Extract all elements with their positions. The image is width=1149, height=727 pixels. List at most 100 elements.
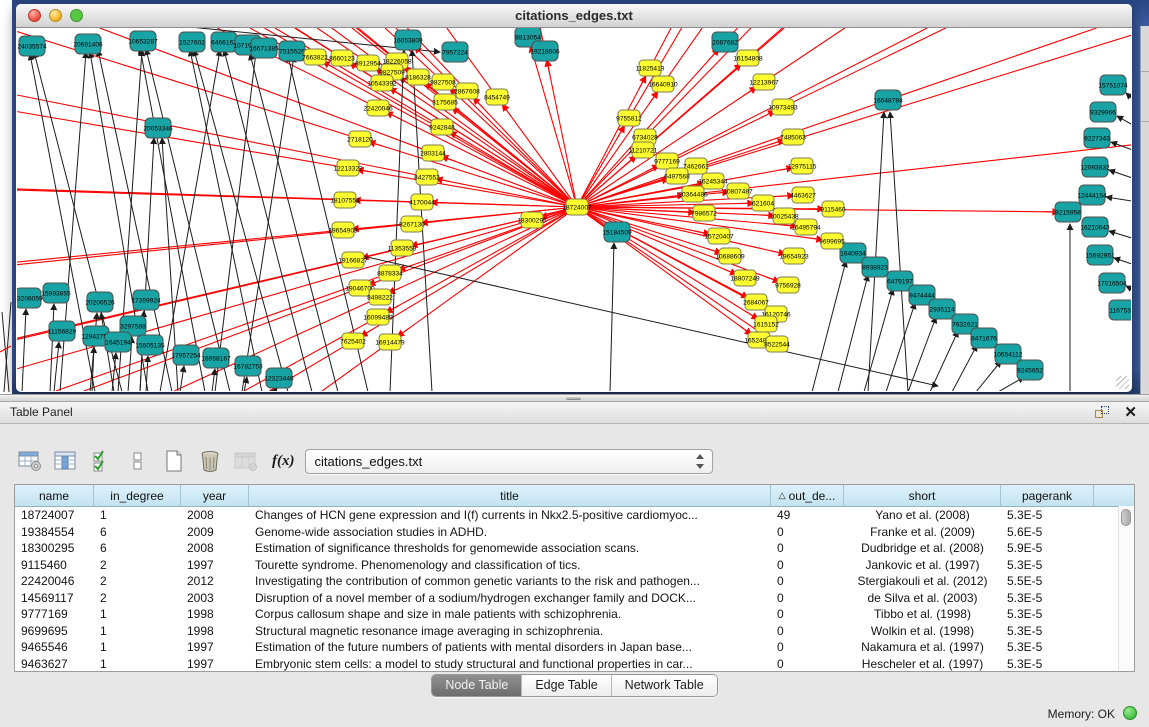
- network-node[interactable]: 1615152: [753, 316, 779, 332]
- network-node[interactable]: 9329966: [1090, 102, 1116, 122]
- network-node[interactable]: 8878334: [377, 265, 403, 281]
- network-node[interactable]: 15751074: [1098, 75, 1128, 95]
- network-node[interactable]: 11353558: [388, 240, 417, 256]
- network-node[interactable]: 8471676: [971, 328, 997, 348]
- network-node[interactable]: 11825419: [636, 60, 665, 76]
- vertical-scrollbar[interactable]: [1118, 506, 1134, 671]
- network-node[interactable]: 7485063: [780, 129, 806, 145]
- column-header-short[interactable]: short: [844, 485, 1001, 506]
- tab-network-table[interactable]: Network Table: [612, 675, 717, 696]
- function-builder-icon[interactable]: f(x): [272, 453, 295, 470]
- network-node[interactable]: 23206059: [17, 288, 43, 308]
- network-node[interactable]: 9115460: [820, 201, 846, 217]
- network-node[interactable]: 9777169: [654, 153, 680, 169]
- network-node[interactable]: 16099489: [363, 309, 393, 325]
- network-node[interactable]: 10653287: [128, 31, 158, 51]
- network-node[interactable]: 9242848: [429, 119, 455, 135]
- table-row[interactable]: 2242004622012Investigating the contribut…: [15, 573, 1134, 590]
- network-node[interactable]: 22420046: [363, 100, 393, 116]
- network-node[interactable]: 10688609: [715, 248, 745, 264]
- table-row[interactable]: 977716911998Corpus callosum shape and si…: [15, 606, 1134, 623]
- network-node[interactable]: 8938923: [862, 257, 888, 277]
- network-node[interactable]: 19654923: [779, 248, 809, 264]
- network-node[interactable]: 6497568: [664, 168, 690, 184]
- network-node[interactable]: 15505135: [135, 335, 165, 355]
- network-node[interactable]: 8498222: [367, 289, 393, 305]
- network-node[interactable]: 20691406: [73, 34, 103, 54]
- network-node[interactable]: 18807249: [730, 270, 760, 286]
- network-node[interactable]: 18724007: [562, 199, 592, 215]
- network-node[interactable]: 7957224: [442, 42, 468, 62]
- network-node[interactable]: 11210721: [629, 142, 658, 158]
- network-node[interactable]: 15720407: [704, 228, 734, 244]
- network-node[interactable]: 9755812: [616, 110, 642, 126]
- table-row[interactable]: 1830029562008Estimation of significance …: [15, 540, 1134, 557]
- network-node[interactable]: 8912954: [355, 55, 381, 71]
- network-node[interactable]: 12975115: [788, 158, 817, 174]
- column-header-out-de-[interactable]: △out_de...: [771, 485, 844, 506]
- table-row[interactable]: 1872400712008Changes of HCN gene express…: [15, 507, 1134, 524]
- table-row[interactable]: 1456911722003Disruption of a novel membe…: [15, 590, 1134, 607]
- network-node[interactable]: 10543392: [367, 75, 397, 91]
- zoom-window-button[interactable]: [70, 9, 83, 22]
- network-node[interactable]: 9227343: [1084, 128, 1110, 148]
- network-node[interactable]: 7986572: [691, 205, 717, 221]
- network-node[interactable]: 16053809: [393, 30, 423, 50]
- panel-splitter[interactable]: [0, 394, 1149, 402]
- network-node[interactable]: 19654903: [328, 222, 358, 238]
- network-window-titlebar[interactable]: citations_edges.txt: [16, 4, 1132, 28]
- column-header-year[interactable]: year: [181, 485, 249, 506]
- network-node[interactable]: 15692951: [1085, 245, 1115, 265]
- network-node[interactable]: 2867608: [454, 83, 480, 99]
- network-node[interactable]: 16648784: [873, 90, 903, 110]
- splitter-grip-icon[interactable]: [566, 396, 581, 400]
- network-node[interactable]: 8522544: [764, 336, 790, 352]
- network-node[interactable]: 18107554: [330, 192, 360, 208]
- close-panel-icon[interactable]: ✕: [1124, 404, 1137, 422]
- table-settings-icon[interactable]: [16, 448, 43, 474]
- network-window[interactable]: citations_edges.txt 24035574206914061065…: [16, 4, 1132, 392]
- scrollbar-thumb[interactable]: [1121, 509, 1131, 526]
- network-node[interactable]: 20206526: [85, 292, 115, 312]
- network-node[interactable]: 16671385: [249, 38, 279, 58]
- network-node[interactable]: 2803144: [420, 145, 446, 161]
- network-node[interactable]: 12093832: [1080, 157, 1110, 177]
- network-node[interactable]: 16914479: [375, 334, 405, 350]
- network-node[interactable]: 10025438: [769, 208, 799, 224]
- tab-node-table[interactable]: Node Table: [432, 675, 522, 696]
- network-node[interactable]: 17359924: [131, 290, 161, 310]
- network-node[interactable]: 8215958: [1055, 202, 1081, 222]
- delete-trash-icon[interactable]: [196, 448, 223, 474]
- minimize-window-button[interactable]: [49, 9, 62, 22]
- network-node[interactable]: 16958167: [201, 348, 231, 368]
- network-node[interactable]: 19166827: [338, 252, 368, 268]
- network-node[interactable]: 2935114: [929, 299, 955, 319]
- network-canvas[interactable]: 2403557420691406106532871527602646616210…: [17, 28, 1131, 391]
- network-node[interactable]: 20364486: [678, 186, 708, 202]
- table-row[interactable]: 946362711997Embryonic stem cells: a mode…: [15, 656, 1134, 673]
- resize-grip-icon[interactable]: [1116, 376, 1129, 389]
- table-row[interactable]: 1938455462009Genome-wide association stu…: [15, 524, 1134, 541]
- network-node[interactable]: 8186328: [405, 69, 431, 85]
- network-node[interactable]: 9756928: [775, 277, 801, 293]
- network-node[interactable]: 1645194: [105, 332, 131, 352]
- network-node[interactable]: 18300295: [517, 212, 547, 228]
- network-node[interactable]: 3175685: [432, 94, 458, 110]
- network-node[interactable]: 16495794: [791, 219, 821, 235]
- network-file-select[interactable]: citations_edges.txt: [305, 449, 713, 474]
- network-node[interactable]: 12213322: [333, 160, 363, 176]
- table-row[interactable]: 969969511998Structural magnetic resonanc…: [15, 623, 1134, 640]
- network-node[interactable]: 9827508: [430, 74, 456, 90]
- network-node[interactable]: 8267130: [399, 216, 425, 232]
- network-node[interactable]: 2087682: [712, 32, 738, 52]
- network-node[interactable]: 17957254: [171, 345, 201, 365]
- network-node[interactable]: 8427552: [414, 169, 440, 185]
- network-node[interactable]: 11156829: [48, 321, 77, 341]
- network-node[interactable]: 12444154: [1077, 185, 1107, 205]
- network-node[interactable]: 4463627: [790, 187, 816, 203]
- network-node[interactable]: 8454749: [484, 89, 510, 105]
- network-node[interactable]: 12213967: [749, 74, 779, 90]
- network-node[interactable]: 17016504: [1097, 273, 1127, 293]
- checkbox-list-icon[interactable]: [124, 448, 151, 474]
- column-header-name[interactable]: name: [15, 485, 94, 506]
